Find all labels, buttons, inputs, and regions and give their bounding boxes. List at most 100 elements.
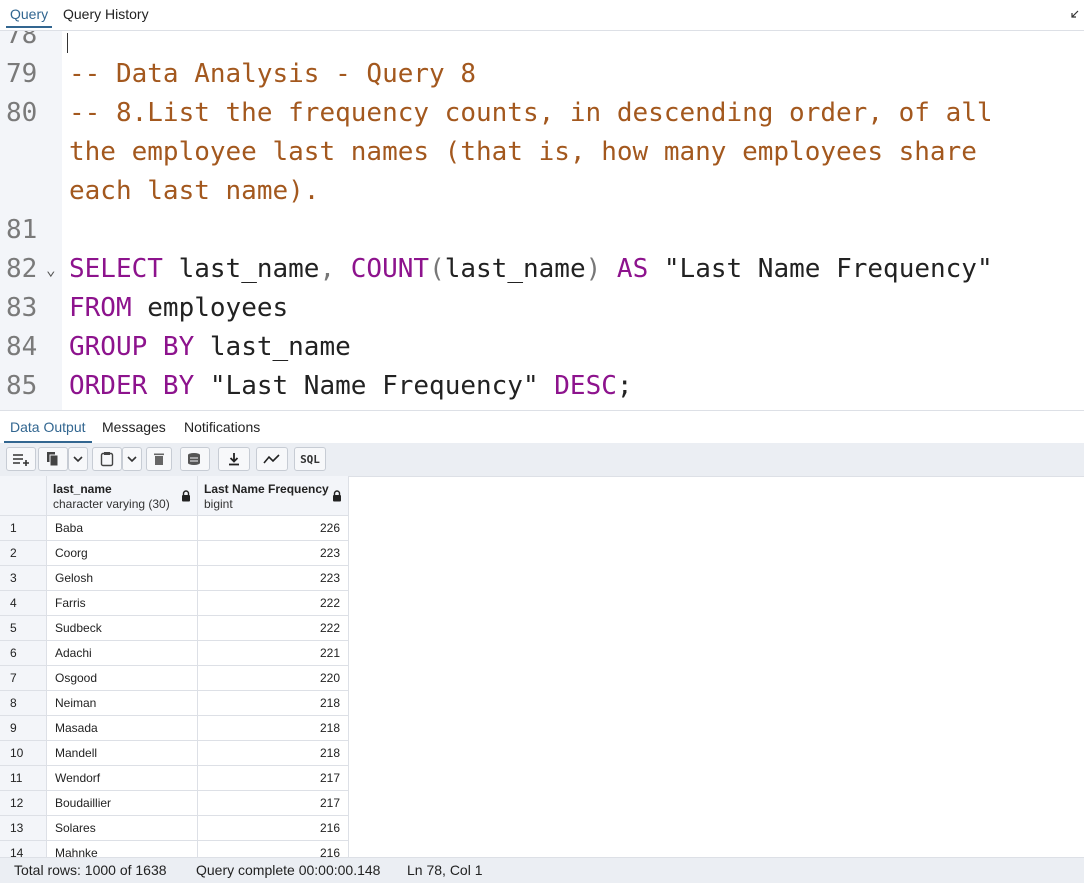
row-number-header (0, 476, 47, 516)
column-type: character varying (30) (53, 497, 170, 511)
paste-icon (100, 451, 114, 467)
frequency-cell[interactable]: 223 (198, 566, 349, 591)
fold-toggle-icon[interactable]: ⌄ (46, 250, 56, 289)
table-row[interactable]: 5 Sudbeck 222 (0, 616, 349, 641)
table-row[interactable]: 7 Osgood 220 (0, 666, 349, 691)
line-number: 78 (6, 31, 38, 50)
sql-keyword: FROM (69, 293, 132, 323)
delete-button[interactable] (146, 447, 172, 471)
table-row[interactable]: 13 Solares 216 (0, 816, 349, 841)
table-row[interactable]: 10 Mandell 218 (0, 741, 349, 766)
lock-icon (181, 489, 191, 507)
table-row[interactable]: 9 Masada 218 (0, 716, 349, 741)
download-button[interactable] (218, 447, 250, 471)
frequency-cell[interactable]: 218 (198, 691, 349, 716)
code-line[interactable]: 85 ORDER BY "Last Name Frequency" DESC; (0, 367, 1084, 406)
frequency-cell[interactable]: 221 (198, 641, 349, 666)
row-number-cell[interactable]: 2 (0, 541, 47, 566)
column-name: Last Name Frequency (204, 482, 329, 496)
tab-data-output[interactable]: Data Output (4, 419, 91, 443)
table-row[interactable]: 2 Coorg 223 (0, 541, 349, 566)
tab-notifications[interactable]: Notifications (184, 419, 260, 435)
column-header-last-name[interactable]: last_name character varying (30) (47, 476, 198, 516)
code-line[interactable]: 83 FROM employees (0, 289, 1084, 328)
row-number-cell[interactable]: 6 (0, 641, 47, 666)
frequency-cell[interactable]: 217 (198, 766, 349, 791)
frequency-cell[interactable]: 220 (198, 666, 349, 691)
table-row[interactable]: 11 Wendorf 217 (0, 766, 349, 791)
last-name-cell[interactable]: Osgood (47, 666, 198, 691)
row-number-cell[interactable]: 4 (0, 591, 47, 616)
total-rows-text: Total rows: 1000 of 1638 (14, 862, 167, 878)
code-line[interactable]: 80 -- 8.List the frequency counts, in des… (0, 94, 1084, 133)
code-text: FROM employees (69, 289, 288, 328)
frequency-cell[interactable]: 218 (198, 741, 349, 766)
code-line[interactable]: 78 (0, 31, 1084, 55)
paste-button[interactable] (92, 447, 122, 471)
last-name-cell[interactable]: Wendorf (47, 766, 198, 791)
frequency-cell[interactable]: 217 (198, 791, 349, 816)
row-number-cell[interactable]: 13 (0, 816, 47, 841)
code-line[interactable]: 82 ⌄ SELECT last_name, COUNT(last_name) AS… (0, 250, 1084, 289)
sql-token: employees (131, 293, 289, 323)
last-name-cell[interactable]: Solares (47, 816, 198, 841)
last-name-cell[interactable]: Adachi (47, 641, 198, 666)
tab-query-history[interactable]: Query History (63, 6, 149, 22)
frequency-cell[interactable]: 226 (198, 516, 349, 541)
code-line[interactable]: 81 (0, 211, 1084, 250)
last-name-cell[interactable]: Baba (47, 516, 198, 541)
table-row[interactable]: 8 Neiman 218 (0, 691, 349, 716)
code-line[interactable]: each last name). (0, 172, 1084, 211)
row-number-cell[interactable]: 12 (0, 791, 47, 816)
text-cursor (67, 33, 68, 53)
last-name-cell[interactable]: Gelosh (47, 566, 198, 591)
table-row[interactable]: 1 Baba 226 (0, 516, 349, 541)
sql-editor[interactable]: 78 79 -- Data Analysis - Query 8 80 -- 8.Lis… (0, 31, 1084, 410)
copy-button[interactable] (38, 447, 68, 471)
row-number-cell[interactable]: 5 (0, 616, 47, 641)
last-name-cell[interactable]: Neiman (47, 691, 198, 716)
row-number-cell[interactable]: 9 (0, 716, 47, 741)
column-header-last-name-frequency[interactable]: Last Name Frequency bigint (198, 476, 349, 516)
row-number-cell[interactable]: 11 (0, 766, 47, 791)
add-row-button[interactable] (6, 447, 36, 471)
row-number-cell[interactable]: 8 (0, 691, 47, 716)
frequency-cell[interactable]: 216 (198, 816, 349, 841)
save-data-button[interactable] (180, 447, 210, 471)
sql-comment: each last name). (69, 176, 320, 206)
graph-icon (263, 453, 281, 465)
copy-options-dropdown[interactable] (68, 447, 88, 471)
row-number-cell[interactable]: 7 (0, 666, 47, 691)
sql-token: ) (585, 254, 602, 284)
table-row[interactable]: 12 Boudaillier 217 (0, 791, 349, 816)
row-number-cell[interactable]: 10 (0, 741, 47, 766)
row-number-cell[interactable]: 1 (0, 516, 47, 541)
last-name-cell[interactable]: Farris (47, 591, 198, 616)
table-row[interactable]: 6 Adachi 221 (0, 641, 349, 666)
tab-query[interactable]: Query (5, 6, 53, 28)
table-row[interactable]: 4 Farris 222 (0, 591, 349, 616)
graph-visualiser-button[interactable] (256, 447, 288, 471)
table-row[interactable]: 3 Gelosh 223 (0, 566, 349, 591)
sql-button[interactable]: SQL (294, 447, 326, 471)
tab-messages[interactable]: Messages (102, 419, 166, 435)
frequency-cell[interactable]: 223 (198, 541, 349, 566)
line-number: 82 (6, 254, 38, 284)
frequency-cell[interactable]: 218 (198, 716, 349, 741)
code-line[interactable]: the employee last names (that is, how ma… (0, 133, 1084, 172)
code-line[interactable]: 84 GROUP BY last_name (0, 328, 1084, 367)
frequency-cell[interactable]: 222 (198, 591, 349, 616)
frequency-cell[interactable]: 222 (198, 616, 349, 641)
row-number-cell[interactable]: 3 (0, 566, 47, 591)
paste-options-dropdown[interactable] (122, 447, 142, 471)
code-line[interactable]: 79 -- Data Analysis - Query 8 (0, 55, 1084, 94)
sql-comment: -- 8.List the frequency counts, in desce… (69, 98, 993, 128)
last-name-cell[interactable]: Boudaillier (47, 791, 198, 816)
last-name-cell[interactable]: Masada (47, 716, 198, 741)
last-name-cell[interactable]: Sudbeck (47, 616, 198, 641)
last-name-cell[interactable]: Coorg (47, 541, 198, 566)
expand-icon[interactable] (1070, 8, 1080, 22)
code-text: GROUP BY last_name (69, 328, 351, 367)
last-name-cell[interactable]: Mandell (47, 741, 198, 766)
